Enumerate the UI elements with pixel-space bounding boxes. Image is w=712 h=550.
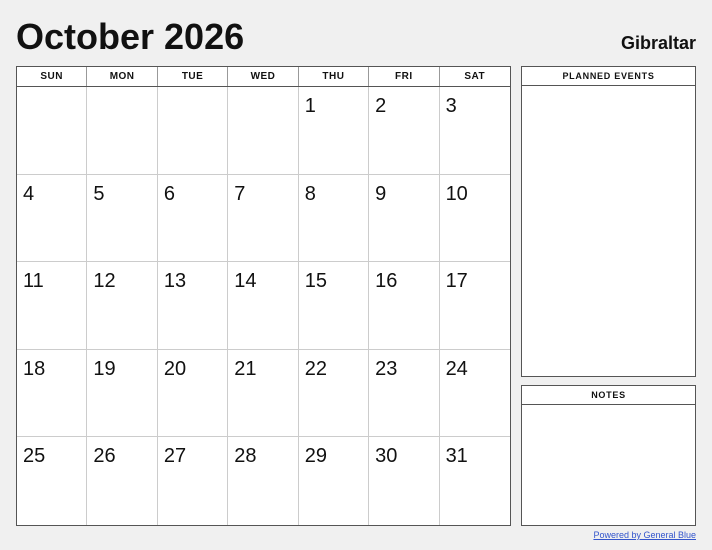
day-header: SUN: [17, 67, 87, 86]
day-number: 20: [164, 358, 221, 381]
calendar-cell: 7: [228, 175, 298, 263]
calendar-cell: 6: [158, 175, 228, 263]
day-number: 10: [446, 183, 504, 206]
calendar-cell: 15: [299, 262, 369, 350]
calendar-cell: 25: [17, 437, 87, 525]
day-number: 27: [164, 445, 221, 468]
main-area: SUNMONTUEWEDTHUFRISAT 123456789101112131…: [16, 66, 696, 526]
calendar-cell: 3: [440, 87, 510, 175]
notes-box: NOTES: [521, 385, 696, 526]
calendar-cell: 23: [369, 350, 439, 438]
day-number: 31: [446, 445, 504, 468]
calendar-cell: 12: [87, 262, 157, 350]
calendar-cell: 16: [369, 262, 439, 350]
day-number: 1: [305, 95, 362, 118]
calendar-cell: 24: [440, 350, 510, 438]
day-number: 16: [375, 270, 432, 293]
planned-events-box: PLANNED EVENTS: [521, 66, 696, 377]
day-number: 11: [23, 270, 80, 293]
region-label: Gibraltar: [621, 33, 696, 54]
planned-events-title: PLANNED EVENTS: [522, 67, 695, 86]
calendar-cell: 10: [440, 175, 510, 263]
day-number: 22: [305, 358, 362, 381]
day-number: 18: [23, 358, 80, 381]
day-number: 12: [93, 270, 150, 293]
calendar-cell: 17: [440, 262, 510, 350]
calendar-cell: 20: [158, 350, 228, 438]
calendar-cell: 2: [369, 87, 439, 175]
day-header: WED: [228, 67, 298, 86]
page: October 2026 Gibraltar SUNMONTUEWEDTHUFR…: [0, 0, 712, 550]
page-title: October 2026: [16, 16, 244, 58]
calendar-cell: 4: [17, 175, 87, 263]
day-headers: SUNMONTUEWEDTHUFRISAT: [17, 67, 510, 87]
notes-title: NOTES: [522, 386, 695, 405]
powered-by-link[interactable]: Powered by General Blue: [593, 530, 696, 540]
calendar-cell: 1: [299, 87, 369, 175]
calendar-cell: 31: [440, 437, 510, 525]
day-number: 7: [234, 183, 291, 206]
day-number: 5: [93, 183, 150, 206]
notes-content: [522, 405, 695, 525]
calendar-cell: 28: [228, 437, 298, 525]
calendar-cell: 29: [299, 437, 369, 525]
calendar: SUNMONTUEWEDTHUFRISAT 123456789101112131…: [16, 66, 511, 526]
day-number: 3: [446, 95, 504, 118]
calendar-cell: 13: [158, 262, 228, 350]
day-number: 4: [23, 183, 80, 206]
calendar-cell: 11: [17, 262, 87, 350]
calendar-cell: 19: [87, 350, 157, 438]
day-number: 24: [446, 358, 504, 381]
day-header: FRI: [369, 67, 439, 86]
day-number: 26: [93, 445, 150, 468]
day-number: 2: [375, 95, 432, 118]
day-header: TUE: [158, 67, 228, 86]
day-number: 9: [375, 183, 432, 206]
calendar-cell: 9: [369, 175, 439, 263]
calendar-cell: 27: [158, 437, 228, 525]
day-number: 30: [375, 445, 432, 468]
day-number: 13: [164, 270, 221, 293]
day-number: 15: [305, 270, 362, 293]
calendar-cell: 18: [17, 350, 87, 438]
calendar-cell: 8: [299, 175, 369, 263]
calendar-cell: 22: [299, 350, 369, 438]
day-number: 29: [305, 445, 362, 468]
calendar-cell: 26: [87, 437, 157, 525]
day-header: MON: [87, 67, 157, 86]
calendar-cell: [17, 87, 87, 175]
sidebar: PLANNED EVENTS NOTES: [521, 66, 696, 526]
day-number: 6: [164, 183, 221, 206]
day-header: THU: [299, 67, 369, 86]
calendar-grid: 1234567891011121314151617181920212223242…: [17, 87, 510, 525]
calendar-cell: 30: [369, 437, 439, 525]
day-number: 23: [375, 358, 432, 381]
calendar-cell: 14: [228, 262, 298, 350]
day-number: 17: [446, 270, 504, 293]
day-number: 21: [234, 358, 291, 381]
calendar-cell: [228, 87, 298, 175]
calendar-cell: 21: [228, 350, 298, 438]
day-number: 25: [23, 445, 80, 468]
footer: Powered by General Blue: [16, 530, 696, 540]
day-number: 19: [93, 358, 150, 381]
day-header: SAT: [440, 67, 510, 86]
planned-events-content: [522, 86, 695, 376]
header: October 2026 Gibraltar: [16, 16, 696, 58]
day-number: 14: [234, 270, 291, 293]
calendar-cell: [87, 87, 157, 175]
day-number: 28: [234, 445, 291, 468]
calendar-cell: [158, 87, 228, 175]
day-number: 8: [305, 183, 362, 206]
calendar-cell: 5: [87, 175, 157, 263]
